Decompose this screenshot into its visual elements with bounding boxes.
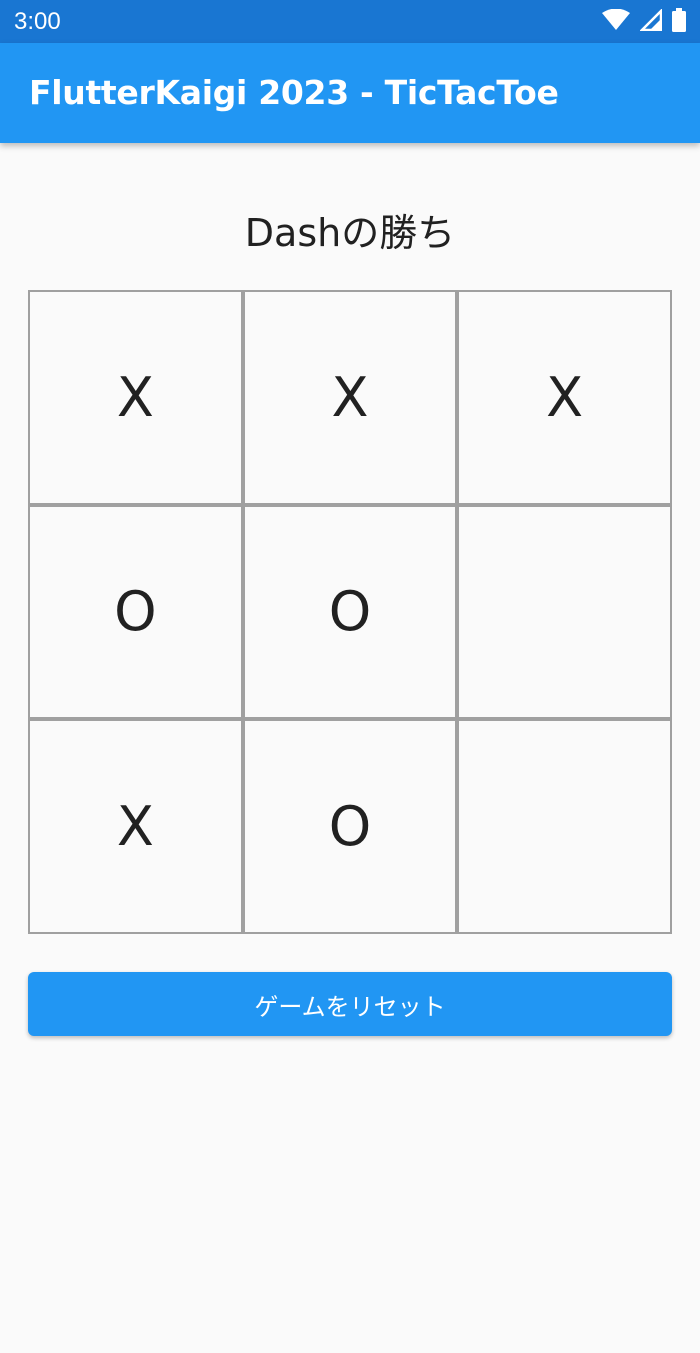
board-cell-r2-c3[interactable] xyxy=(457,504,672,720)
game-status-message: Dashの勝ち xyxy=(244,211,456,255)
board-cell-r1-c2[interactable]: X xyxy=(242,290,458,505)
game-board: X X X O O X O xyxy=(28,290,672,934)
board-cell-r3-c2[interactable]: O xyxy=(242,719,458,934)
board-cell-r2-c2[interactable]: O xyxy=(242,504,458,720)
board-cell-r2-c1[interactable]: O xyxy=(28,504,243,720)
board-cell-r1-c3[interactable]: X xyxy=(457,290,672,505)
status-bar: 3:00 xyxy=(0,0,700,43)
battery-icon xyxy=(672,8,686,36)
reset-game-button[interactable]: ゲームをリセット xyxy=(28,972,672,1036)
wifi-icon xyxy=(602,8,630,35)
board-cell-r3-c3[interactable] xyxy=(457,719,672,934)
board-cell-r1-c1[interactable]: X xyxy=(28,290,243,505)
cell-signal-icon xyxy=(638,7,663,35)
status-icons xyxy=(602,7,686,36)
app-title: FlutterKaigi 2023 - TicTacToe xyxy=(29,73,559,112)
status-time: 3:00 xyxy=(14,8,61,35)
app-bar: FlutterKaigi 2023 - TicTacToe xyxy=(0,43,700,143)
board-cell-r3-c1[interactable]: X xyxy=(28,719,243,934)
